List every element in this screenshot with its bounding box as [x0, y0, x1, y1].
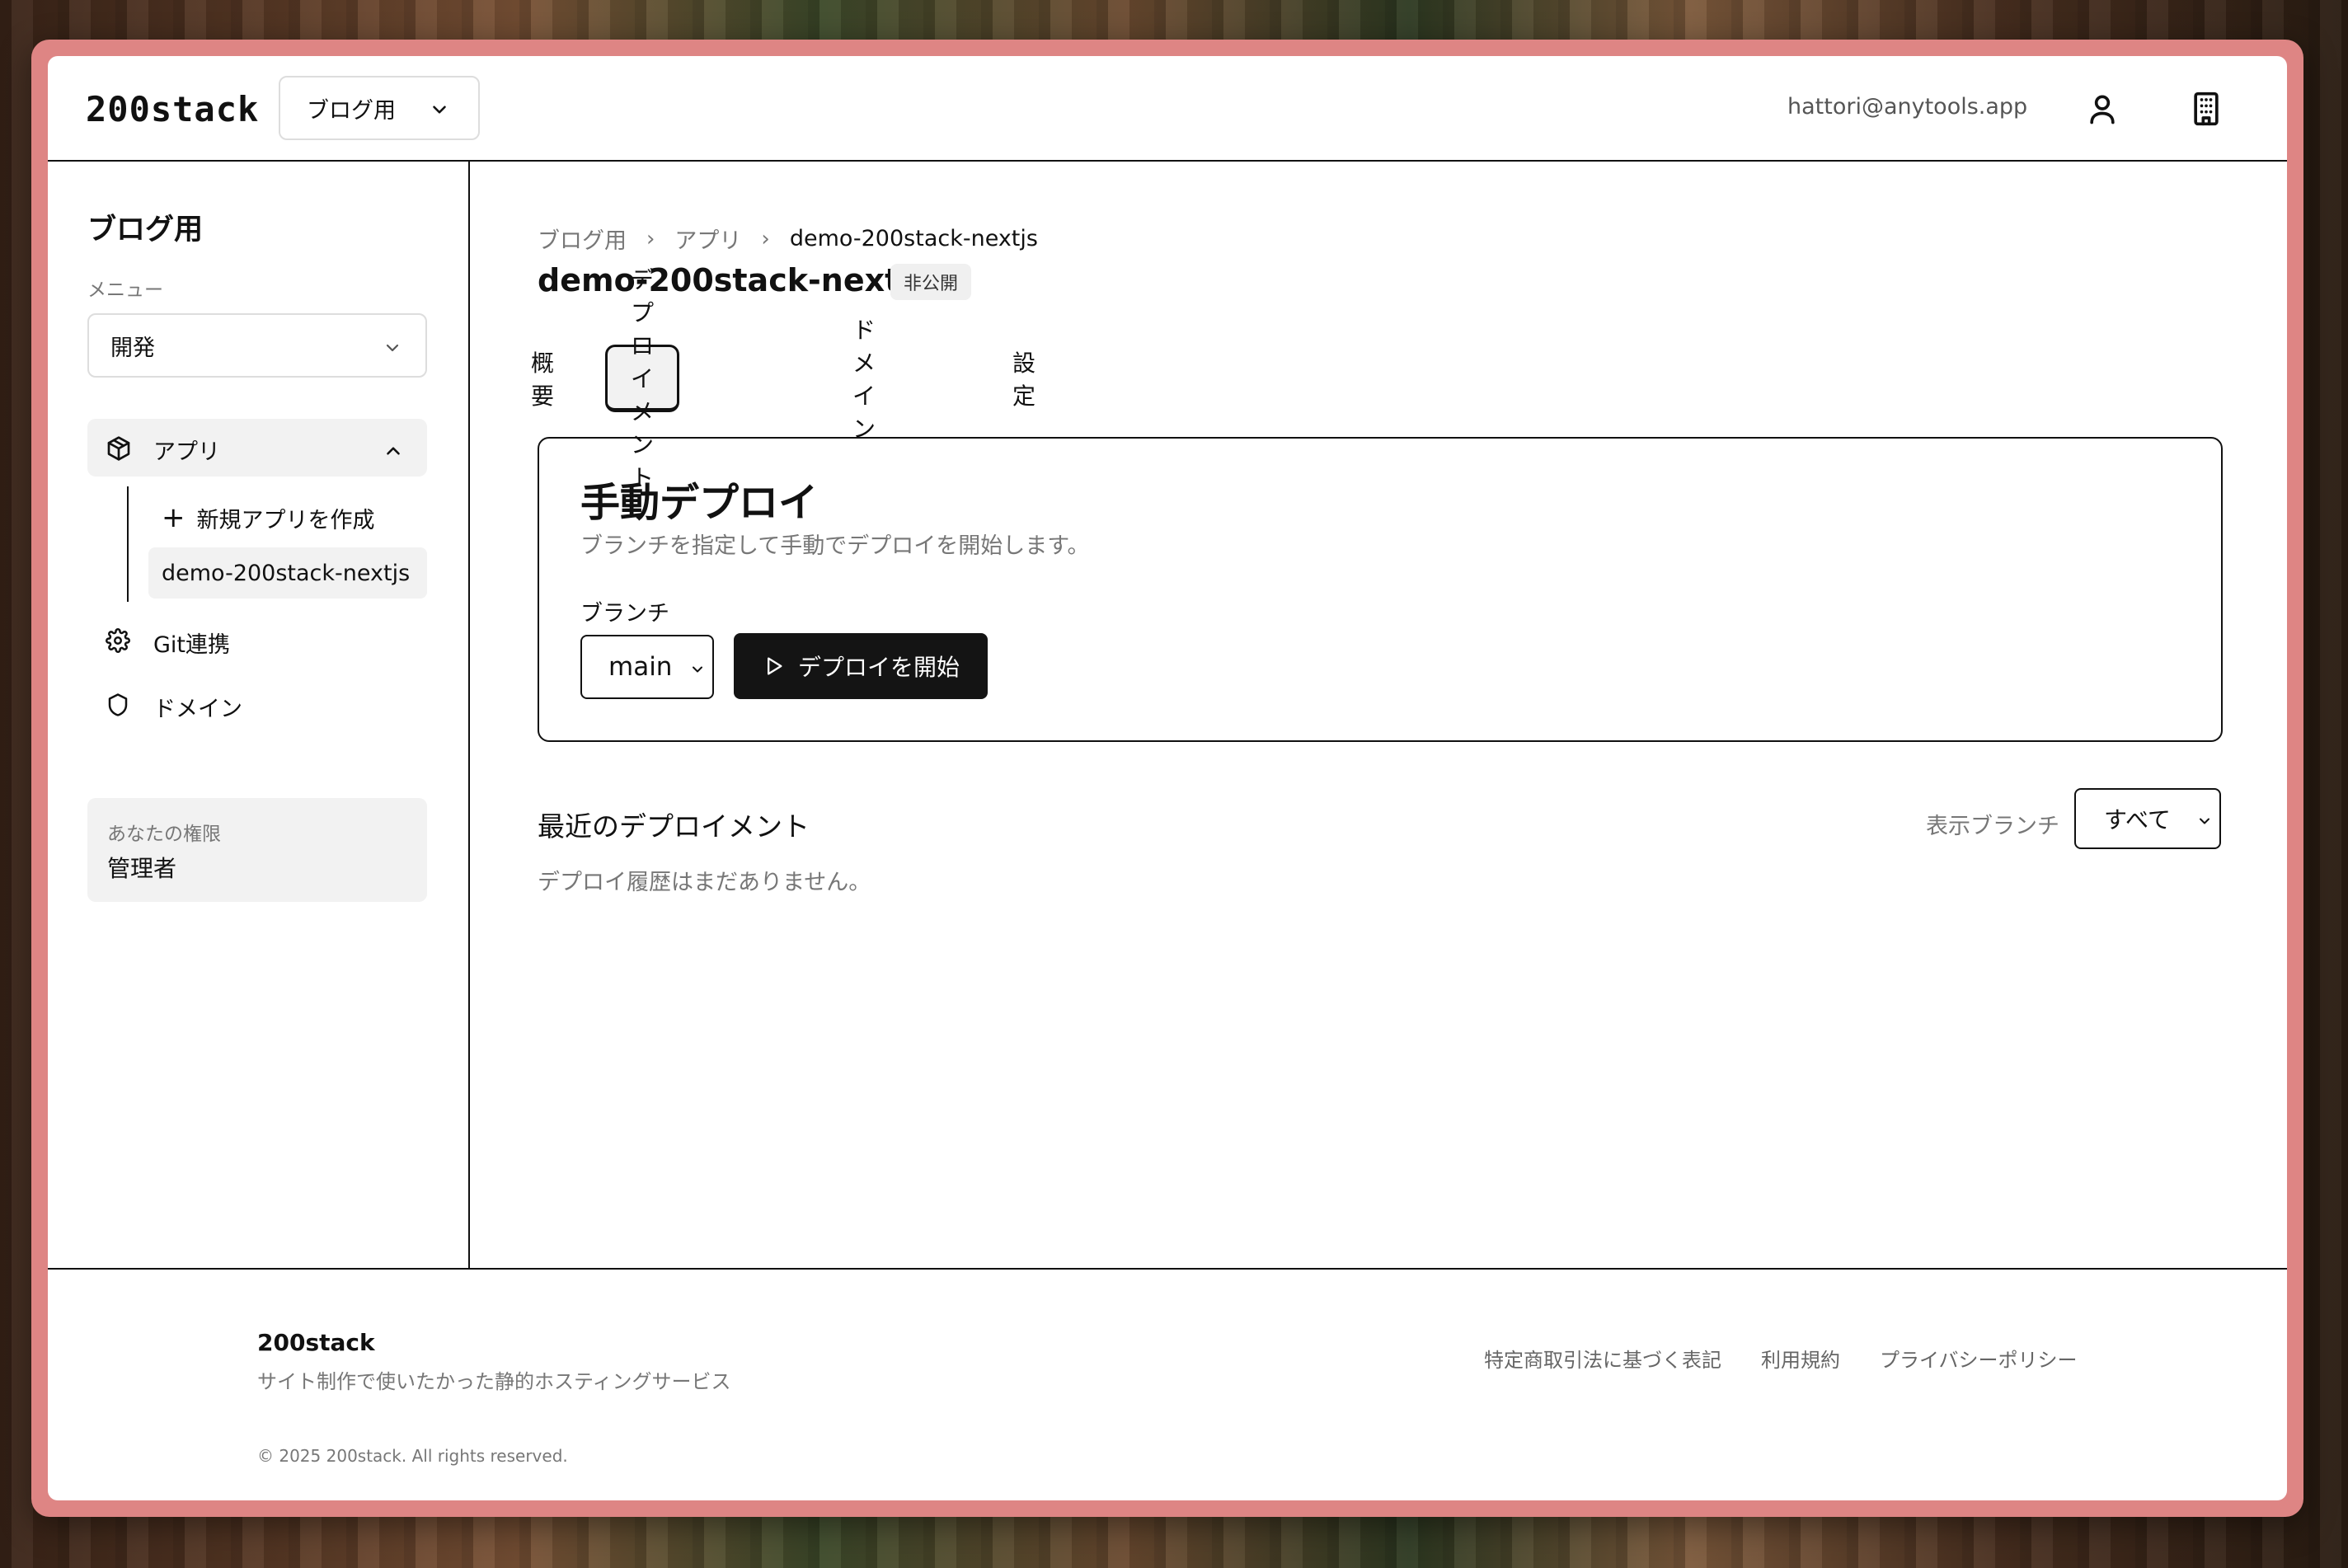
- play-icon: [762, 655, 785, 678]
- start-deploy-label: デプロイを開始: [797, 654, 960, 681]
- breadcrumb-separator: ›: [761, 226, 770, 251]
- shield-icon: [108, 693, 128, 716]
- chevron-up-icon: [387, 447, 400, 455]
- building-icon[interactable]: [2188, 91, 2224, 127]
- sidebar: ブログ用 メニュー 開発 アプリ + 新規アプリを作成 demo-200stac…: [48, 162, 470, 1268]
- chevron-down-icon: [2200, 818, 2209, 824]
- permission-value: 管理者: [107, 855, 177, 882]
- sidebar-item-git[interactable]: Git連携: [87, 615, 427, 664]
- branch-select-value: main: [608, 652, 673, 682]
- menu-select-value: 開発: [110, 335, 155, 361]
- tab-domain[interactable]: ドメイン: [852, 317, 876, 443]
- user-icon[interactable]: [2084, 91, 2120, 127]
- footer-copyright: © 2025 200stack. All rights reserved.: [257, 1446, 568, 1466]
- empty-state-message: デプロイ履歴はまだありません。: [538, 870, 871, 895]
- breadcrumb-item-current: demo-200stack-nextjs: [789, 226, 1038, 251]
- tab-settings[interactable]: 設定: [1012, 345, 1035, 412]
- sidebar-item-label: ドメイン: [153, 697, 242, 722]
- chevron-down-icon: [433, 106, 446, 114]
- status-badge: 非公開: [890, 264, 972, 300]
- new-app-link[interactable]: + 新規アプリを作成: [162, 493, 375, 542]
- permission-label: あなたの権限: [107, 824, 221, 845]
- sidebar-title: ブログ用: [87, 214, 204, 246]
- project-select-value: ブログ用: [307, 97, 396, 124]
- sidebar-item-apps[interactable]: アプリ: [87, 419, 427, 477]
- menu-label: メニュー: [87, 279, 163, 301]
- tab-overview[interactable]: 概要: [531, 345, 554, 412]
- gear-icon: [106, 628, 130, 653]
- manual-deploy-card: 手動デプロイ ブランチを指定して手動でデプロイを開始します。 ブランチ main…: [538, 437, 2223, 742]
- browser-window-frame: 200stack ブログ用 hattori@anytools.app ブログ用 …: [31, 40, 2303, 1517]
- recent-deployments-title: 最近のデプロイメント: [538, 810, 810, 843]
- branch-filter-select[interactable]: すべて: [2074, 788, 2221, 849]
- footer-link-terms[interactable]: 利用規約: [1761, 1344, 1840, 1373]
- branch-select[interactable]: main: [580, 635, 714, 699]
- sidebar-item-demo-app[interactable]: demo-200stack-nextjs: [148, 547, 427, 599]
- chevron-down-icon: [386, 344, 399, 352]
- sidebar-item-domain[interactable]: ドメイン: [87, 679, 427, 729]
- user-email: hattori@anytools.app: [1787, 94, 2028, 120]
- permission-box: あなたの権限 管理者: [87, 798, 427, 902]
- menu-select[interactable]: 開発: [87, 313, 427, 378]
- app-logo[interactable]: 200stack: [86, 89, 259, 129]
- new-app-label: 新規アプリを作成: [196, 507, 375, 533]
- breadcrumb: ブログ用 › アプリ › demo-200stack-nextjs: [538, 223, 1038, 255]
- breadcrumb-separator: ›: [646, 226, 655, 251]
- footer: 200stack サイト制作で使いたかった静的ホスティングサービス © 2025…: [48, 1268, 2287, 1500]
- sidebar-item-label: Git連携: [153, 632, 231, 658]
- branch-filter-label: 表示ブランチ: [1926, 814, 2059, 839]
- chevron-down-icon: [693, 666, 702, 673]
- app-window: 200stack ブログ用 hattori@anytools.app ブログ用 …: [48, 56, 2287, 1500]
- breadcrumb-item-project[interactable]: ブログ用: [538, 223, 627, 255]
- footer-tagline: サイト制作で使いたかった静的ホスティングサービス: [257, 1370, 731, 1393]
- card-description: ブランチを指定して手動でデプロイを開始します。: [580, 533, 1090, 559]
- main-content: ブログ用 › アプリ › demo-200stack-nextjs demo-2…: [470, 162, 2287, 1268]
- plus-icon: +: [162, 501, 185, 534]
- top-header: 200stack ブログ用 hattori@anytools.app: [48, 56, 2287, 162]
- sidebar-item-label: アプリ: [153, 439, 220, 465]
- package-icon: [107, 436, 130, 461]
- start-deploy-button[interactable]: デプロイを開始: [734, 633, 988, 699]
- tree-line: [127, 486, 129, 602]
- card-title: 手動デプロイ: [580, 480, 819, 526]
- footer-link-privacy[interactable]: プライバシーポリシー: [1880, 1344, 2078, 1373]
- branch-label: ブランチ: [580, 601, 669, 627]
- footer-brand: 200stack: [257, 1329, 375, 1356]
- breadcrumb-item-apps[interactable]: アプリ: [674, 223, 741, 255]
- branch-filter-value: すべて: [2104, 806, 2171, 833]
- page-title: demo-200stack-nextjs: [538, 262, 929, 298]
- tab-deployments[interactable]: デプロイメント: [605, 266, 680, 491]
- footer-links: 特定商取引法に基づく表記 利用規約 プライバシーポリシー: [1484, 1344, 2117, 1373]
- footer-link-commerce[interactable]: 特定商取引法に基づく表記: [1484, 1344, 1721, 1373]
- project-select[interactable]: ブログ用: [279, 76, 480, 140]
